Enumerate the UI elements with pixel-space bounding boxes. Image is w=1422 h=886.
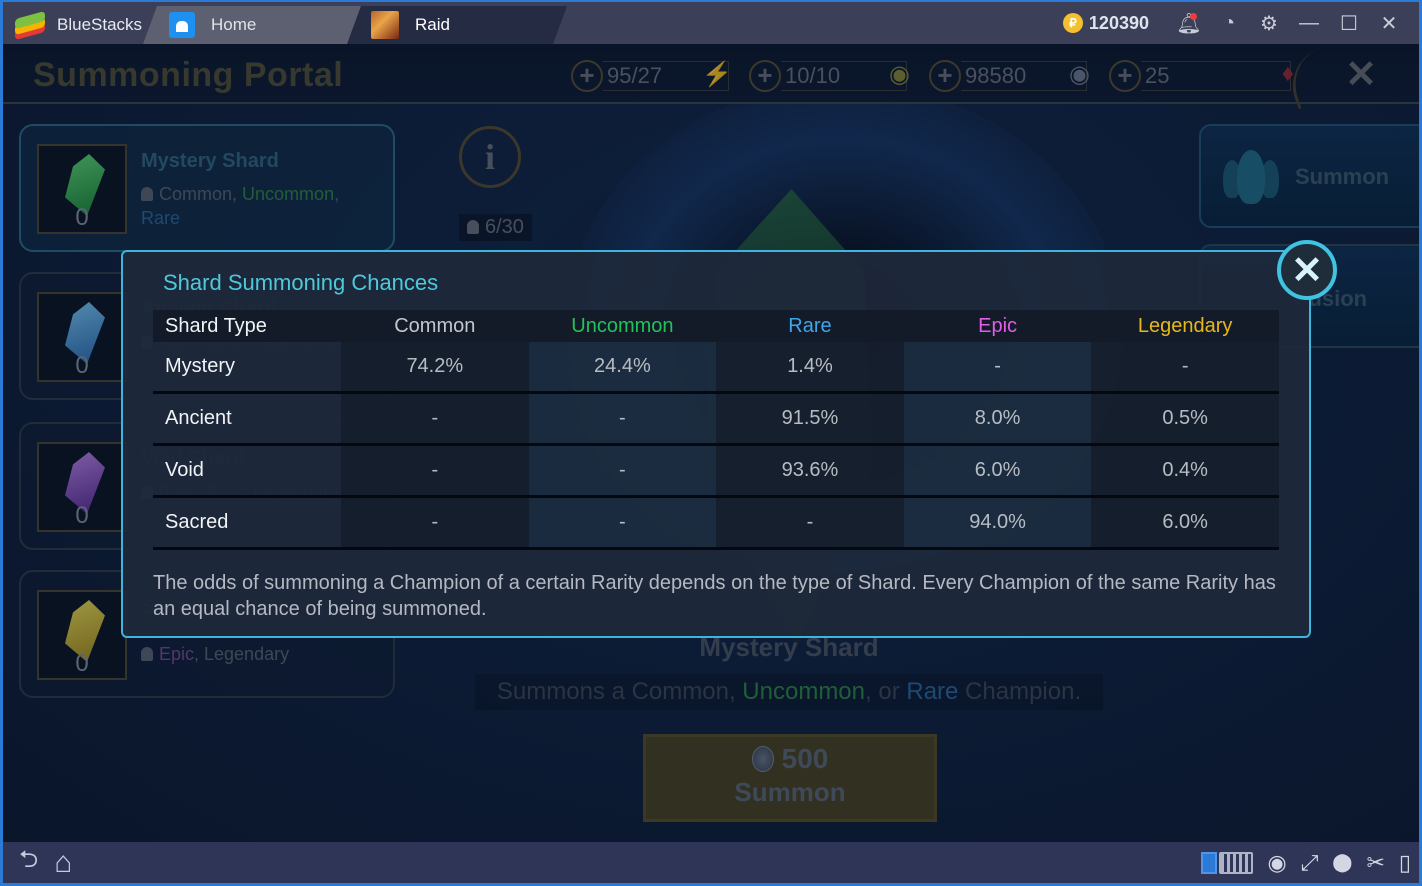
- chance-cell: -: [528, 446, 717, 495]
- chance-cell: 6.0%: [903, 446, 1092, 495]
- home-button[interactable]: ⌂: [54, 846, 72, 880]
- location-icon[interactable]: ⬤: [1332, 852, 1352, 873]
- close-icon: ✕: [1380, 12, 1398, 35]
- chance-cell: -: [903, 342, 1092, 391]
- chance-cell: 91.5%: [716, 394, 904, 443]
- scissors-icon[interactable]: ✂: [1366, 850, 1384, 876]
- chance-cell: -: [1091, 342, 1279, 391]
- column-header: Epic: [978, 314, 1018, 337]
- chance-cell: -: [528, 394, 717, 443]
- tab-bluestacks[interactable]: BlueStacks: [7, 6, 157, 44]
- rotate-device-icon[interactable]: ▯: [1399, 850, 1411, 876]
- chance-cell: 6.0%: [1091, 498, 1279, 547]
- settings-button[interactable]: ⚙: [1249, 2, 1289, 44]
- maximize-icon: ☐: [1340, 12, 1358, 35]
- bell-icon: 🔔︎: [1176, 12, 1202, 35]
- chances-table: Shard Type Common Uncommon Rare Epic Legendar…: [153, 310, 1279, 550]
- shard-type-cell: Sacred: [165, 511, 229, 533]
- table-row: Mystery 74.2% 24.4% 1.4% - -: [153, 342, 1279, 394]
- close-window-button[interactable]: ✕: [1369, 2, 1409, 44]
- bluestacks-logo-icon: [15, 10, 45, 41]
- chance-cell: -: [341, 446, 529, 495]
- keyboard-icon: [1219, 851, 1254, 874]
- back-button[interactable]: ⮌: [19, 842, 38, 883]
- tab-label: Raid: [415, 15, 450, 34]
- keyboard-controls-button[interactable]: [1201, 851, 1254, 874]
- chance-cell: 8.0%: [903, 394, 1092, 443]
- column-header: Shard Type: [165, 314, 267, 337]
- coin-balance: 120390: [1088, 12, 1149, 33]
- column-header: Uncommon: [571, 314, 674, 337]
- shard-type-cell: Ancient: [165, 407, 232, 429]
- notifications-button[interactable]: 🔔︎: [1169, 2, 1209, 44]
- chance-cell: 74.2%: [341, 342, 529, 391]
- shard-type-cell: Void: [165, 459, 204, 481]
- eye-icon[interactable]: ◉: [1267, 850, 1286, 876]
- title-bar: BlueStacks Home Raid ₽ 120390 🔔︎ ◔ ⚙ — ☐…: [3, 2, 1419, 44]
- chance-cell: -: [528, 498, 717, 547]
- tab-label: Home: [211, 15, 257, 34]
- chance-cell: 24.4%: [528, 342, 717, 391]
- table-row: Sacred - - -94.0% 6.0%: [153, 498, 1279, 550]
- dialog-title: Shard Summoning Chances: [163, 270, 439, 295]
- raid-game-icon: [371, 11, 399, 39]
- summoning-chances-dialog: Shard Summoning Chances ✕ Shard Type Comm…: [121, 240, 1337, 638]
- tab-raid[interactable]: Raid: [347, 6, 567, 44]
- column-header: Legendary: [1137, 314, 1233, 337]
- fullscreen-icon[interactable]: ⤢: [1301, 850, 1319, 876]
- account-star-icon: ◔: [1222, 11, 1236, 34]
- chance-cell: 1.4%: [716, 342, 904, 391]
- chance-cell: 0.5%: [1091, 394, 1279, 443]
- game-viewport: Summoning Portal + 95/27 ⚡ + 10/10 ◉ + 9…: [3, 44, 1419, 844]
- column-header: Common: [394, 314, 476, 337]
- chance-cell: 94.0%: [903, 498, 1092, 547]
- gear-icon: ⚙: [1260, 12, 1278, 35]
- column-header: Rare: [788, 314, 832, 337]
- tab-label: BlueStacks: [57, 15, 143, 34]
- account-button[interactable]: ◔: [1209, 2, 1249, 44]
- table-row: Void - -93.6% 6.0% 0.4%: [153, 446, 1279, 498]
- maximize-button[interactable]: ☐: [1329, 2, 1369, 44]
- close-icon: ✕: [1291, 249, 1323, 292]
- dialog-close-button[interactable]: ✕: [1277, 240, 1337, 300]
- bottom-bar: ⮌ ⌂ ◉ ⤢ ⬤ ✂ ▯: [3, 842, 1419, 883]
- shard-type-cell: Mystery: [165, 355, 235, 377]
- minimize-button[interactable]: —: [1289, 2, 1329, 44]
- chance-cell: -: [341, 394, 529, 443]
- lock-icon: [1201, 851, 1218, 874]
- chance-cell: -: [341, 498, 529, 547]
- bluestacks-window: BlueStacks Home Raid ₽ 120390 🔔︎ ◔ ⚙ — ☐…: [0, 0, 1422, 886]
- minimize-icon: —: [1299, 11, 1319, 34]
- bluestacks-coin-icon: ₽: [1062, 13, 1083, 33]
- chance-cell: -: [716, 498, 904, 547]
- notification-dot: [1190, 13, 1197, 20]
- dialog-note: The odds of summoning a Champion of a ce…: [153, 572, 1276, 620]
- table-header: Shard Type Common Uncommon Rare Epic Legendar…: [153, 310, 1279, 342]
- table-row: Ancient - -91.5% 8.0% 0.5%: [153, 394, 1279, 446]
- chance-cell: 0.4%: [1091, 446, 1279, 495]
- home-icon: [169, 12, 195, 38]
- chance-cell: 93.6%: [716, 446, 904, 495]
- tab-home[interactable]: Home: [143, 6, 368, 44]
